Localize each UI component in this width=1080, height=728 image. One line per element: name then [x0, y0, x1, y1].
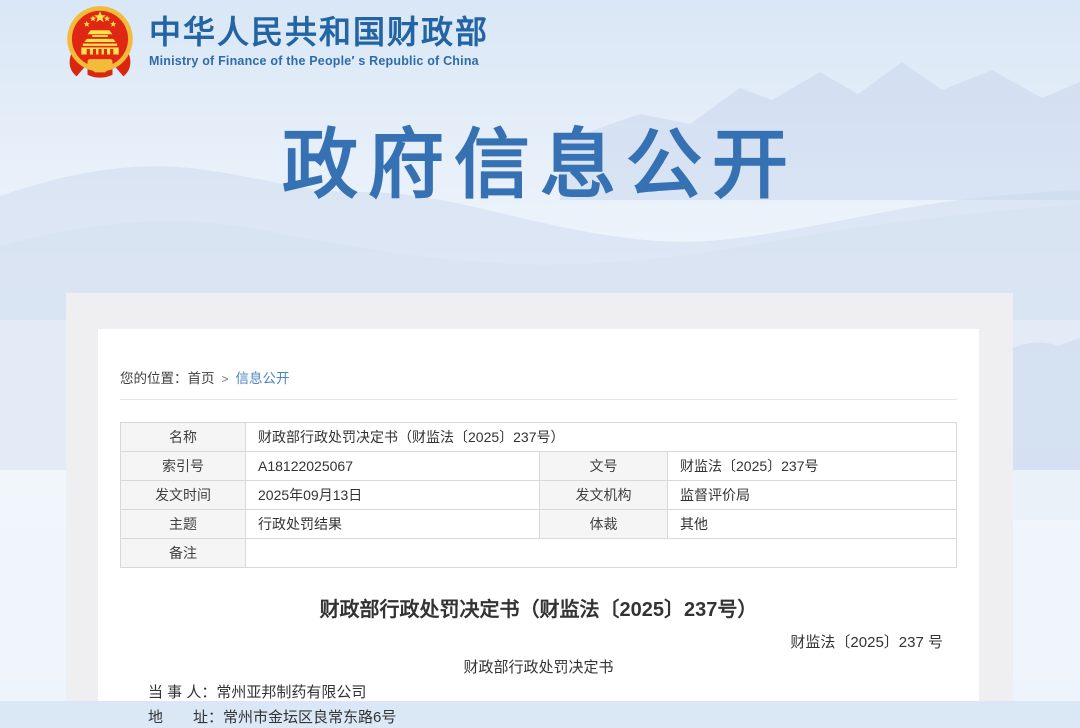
meta-value: [246, 539, 957, 568]
meta-value: 监督评价局: [668, 481, 957, 510]
table-row: 索引号 A18122025067 文号 财监法〔2025〕237号: [121, 452, 957, 481]
meta-label: 发文机构: [540, 481, 668, 510]
breadcrumb-prefix: 您的位置：: [120, 371, 188, 386]
meta-label: 体裁: [540, 510, 668, 539]
org-name-chinese: 中华人民共和国财政部: [149, 14, 489, 51]
party-line: 当 事 人：常州亚邦制药有限公司: [148, 683, 957, 703]
table-row: 备注: [121, 539, 957, 568]
breadcrumb-current-link[interactable]: 信息公开: [236, 371, 290, 386]
meta-label: 备注: [121, 539, 246, 568]
table-row: 名称 财政部行政处罚决定书（财监法〔2025〕237号）: [121, 423, 957, 452]
meta-label: 名称: [121, 423, 246, 452]
meta-value: 财政部行政处罚决定书（财监法〔2025〕237号）: [246, 423, 957, 452]
breadcrumb-home-link[interactable]: 首页: [188, 371, 215, 386]
document-number: 财监法〔2025〕237 号: [120, 633, 943, 653]
address-line: 地 址：常州市金坛区良常东路6号: [148, 708, 957, 728]
document-title: 财政部行政处罚决定书（财监法〔2025〕237号）: [120, 597, 957, 623]
meta-value: 2025年09月13日: [246, 481, 540, 510]
meta-label: 主题: [121, 510, 246, 539]
breadcrumb: 您的位置：首页 > 信息公开: [120, 329, 957, 400]
document-meta-table: 名称 财政部行政处罚决定书（财监法〔2025〕237号） 索引号 A181220…: [120, 422, 957, 568]
org-name-english: Ministry of Finance of the People′ s Rep…: [149, 54, 489, 68]
meta-label: 发文时间: [121, 481, 246, 510]
national-emblem-icon: [60, 3, 140, 81]
document-body: 财政部行政处罚决定书（财监法〔2025〕237号） 财监法〔2025〕237 号…: [120, 597, 957, 728]
meta-value: A18122025067: [246, 452, 540, 481]
page-title: 政府信息公开: [0, 122, 1080, 209]
meta-label: 索引号: [121, 452, 246, 481]
content-card: 您的位置：首页 > 信息公开 名称 财政部行政处罚决定书（财监法〔2025〕237号…: [98, 329, 979, 701]
table-row: 主题 行政处罚结果 体裁 其他: [121, 510, 957, 539]
meta-value: 行政处罚结果: [246, 510, 540, 539]
site-header[interactable]: 中华人民共和国财政部 Ministry of Finance of the Pe…: [60, 3, 489, 81]
content-panel: 您的位置：首页 > 信息公开 名称 财政部行政处罚决定书（财监法〔2025〕237号…: [66, 293, 1013, 701]
document-subtitle: 财政部行政处罚决定书: [120, 658, 957, 678]
org-name-block: 中华人民共和国财政部 Ministry of Finance of the Pe…: [149, 14, 489, 68]
meta-value: 其他: [668, 510, 957, 539]
meta-value: 财监法〔2025〕237号: [668, 452, 957, 481]
table-row: 发文时间 2025年09月13日 发文机构 监督评价局: [121, 481, 957, 510]
meta-label: 文号: [540, 452, 668, 481]
breadcrumb-separator: >: [222, 372, 229, 386]
